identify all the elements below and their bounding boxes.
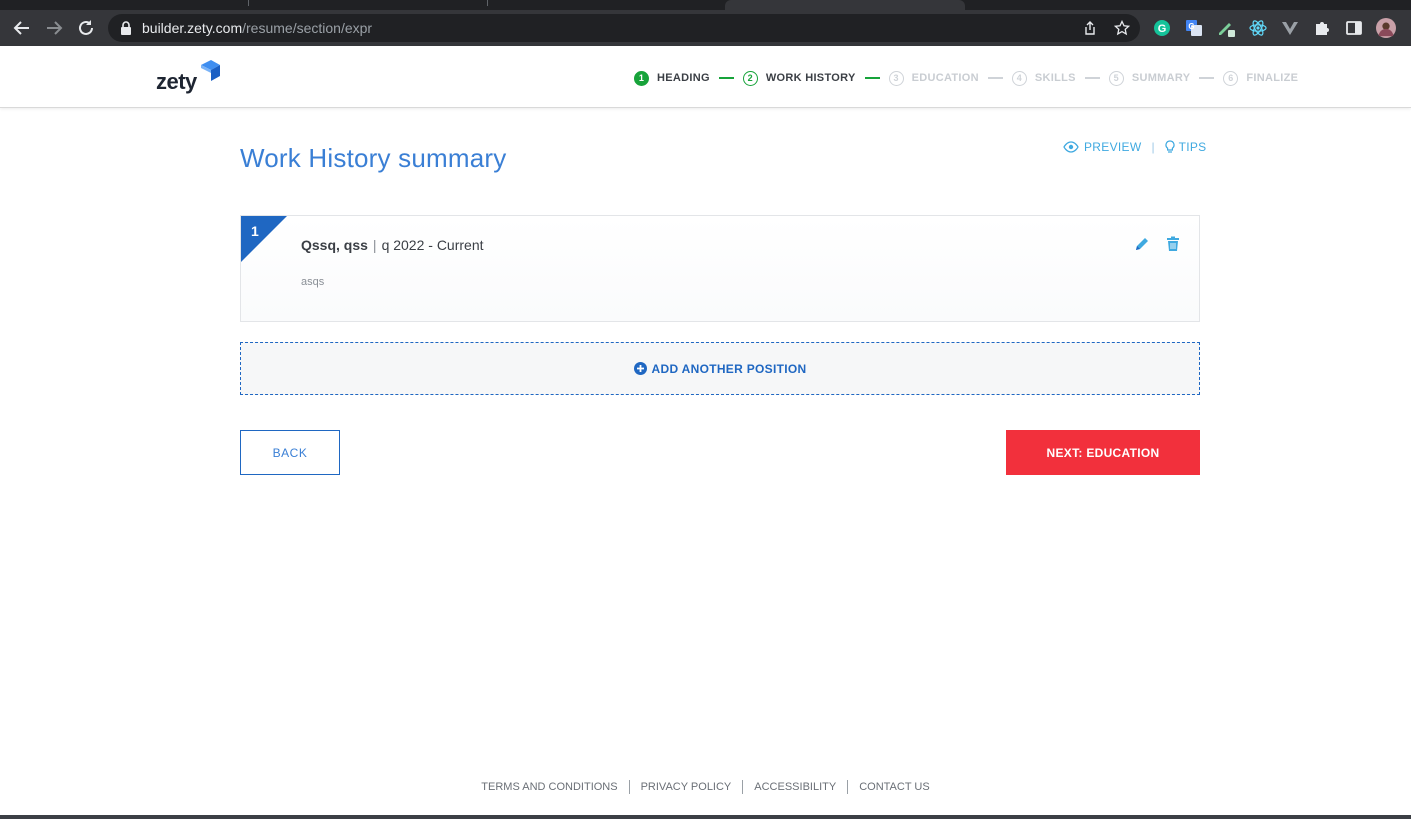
contact-link[interactable]: CONTACT US: [847, 780, 941, 794]
lock-icon: [121, 21, 131, 35]
step-finalize[interactable]: 6 FINALIZE: [1223, 70, 1299, 86]
vue-devtools-icon[interactable]: [1280, 18, 1300, 38]
add-position-label: ADD ANOTHER POSITION: [651, 361, 807, 376]
logo-wordmark: zety: [156, 69, 197, 94]
tab-separator: [487, 0, 488, 6]
lightbulb-icon: [1164, 140, 1175, 153]
accessibility-link[interactable]: ACCESSIBILITY: [742, 780, 847, 794]
step-connector: [987, 77, 1003, 79]
step-summary[interactable]: 5 SUMMARY: [1108, 70, 1191, 86]
preview-label: PREVIEW: [1084, 140, 1142, 154]
add-position-button[interactable]: ADD ANOTHER POSITION: [240, 342, 1200, 395]
step-label: HEADING: [657, 72, 710, 84]
bottom-edge: [0, 815, 1411, 819]
puzzle-icon[interactable]: [1312, 18, 1332, 38]
eye-icon: [1063, 141, 1079, 153]
preview-link[interactable]: PREVIEW: [1063, 140, 1141, 154]
url-host: builder.zety.com: [142, 20, 243, 36]
url-text: builder.zety.com/resume/section/expr: [142, 20, 372, 36]
link-divider: |: [1151, 140, 1155, 154]
next-education-button[interactable]: NEXT: EDUCATION: [1006, 430, 1200, 475]
entry-index: 1: [251, 223, 259, 239]
footer-links: TERMS AND CONDITIONS PRIVACY POLICY ACCE…: [0, 780, 1411, 794]
entry-index-corner: [241, 216, 287, 262]
back-arrow-icon[interactable]: [10, 16, 34, 40]
delete-trash-icon[interactable]: [1166, 236, 1180, 252]
entry-employer: Qssq, qss: [301, 237, 368, 253]
bookmark-star-icon[interactable]: [1114, 20, 1130, 36]
tab-separator: [248, 0, 249, 6]
profile-avatar[interactable]: [1376, 18, 1396, 38]
step-connector: [718, 77, 734, 79]
back-button[interactable]: BACK: [240, 430, 340, 475]
step-number: 4: [1011, 70, 1027, 86]
svg-text:G: G: [1188, 22, 1194, 31]
step-number: 3: [888, 70, 904, 86]
forward-arrow-icon[interactable]: [42, 16, 66, 40]
google-translate-icon[interactable]: G: [1184, 18, 1204, 38]
tips-label: TIPS: [1178, 140, 1207, 154]
sidepanel-icon[interactable]: [1344, 18, 1364, 38]
tips-link[interactable]: TIPS: [1164, 140, 1207, 154]
pen-extension-icon[interactable]: [1216, 18, 1236, 38]
step-heading[interactable]: 1 HEADING: [634, 70, 710, 86]
app-header: zety 1 HEADING 2 WORK HISTORY 3 EDUCATIO…: [0, 46, 1411, 108]
step-number: 1: [634, 70, 649, 86]
step-skills[interactable]: 4 SKILLS: [1011, 70, 1076, 86]
address-bar[interactable]: builder.zety.com/resume/section/expr: [108, 14, 1140, 42]
zety-logo[interactable]: zety: [155, 60, 225, 94]
step-label: SUMMARY: [1131, 72, 1191, 84]
step-label: SKILLS: [1034, 72, 1076, 84]
svg-text:G: G: [1158, 23, 1167, 35]
terms-link[interactable]: TERMS AND CONDITIONS: [470, 780, 628, 794]
step-label: FINALIZE: [1246, 72, 1299, 84]
step-connector: [1199, 77, 1215, 79]
edit-pencil-icon[interactable]: [1134, 236, 1150, 252]
grammarly-icon[interactable]: G: [1152, 18, 1172, 38]
work-history-entry: 1 Qssq, qss | q 2022 - Current asqs: [240, 215, 1200, 322]
step-label: EDUCATION: [911, 72, 979, 84]
step-education[interactable]: 3 EDUCATION: [888, 70, 979, 86]
step-work-history[interactable]: 2 WORK HISTORY: [742, 70, 856, 86]
step-label: WORK HISTORY: [765, 72, 856, 84]
step-connector: [864, 77, 880, 79]
reload-icon[interactable]: [74, 16, 98, 40]
step-number: 6: [1223, 70, 1239, 86]
entry-dates: q 2022 - Current: [381, 237, 484, 253]
url-path: /resume/section/expr: [242, 20, 373, 36]
react-devtools-icon[interactable]: [1248, 18, 1268, 38]
browser-tab-strip: [0, 0, 1411, 10]
browser-tab-active[interactable]: [725, 0, 965, 10]
plus-circle-icon: [633, 362, 647, 375]
step-connector: [1084, 77, 1100, 79]
entry-description: asqs: [301, 276, 325, 288]
logo-cube-icon: [201, 60, 220, 81]
privacy-link[interactable]: PRIVACY POLICY: [628, 780, 743, 794]
step-number: 2: [742, 70, 758, 86]
progress-steps: 1 HEADING 2 WORK HISTORY 3 EDUCATION 4 S…: [634, 69, 1298, 87]
browser-toolbar: builder.zety.com/resume/section/expr G G: [0, 10, 1411, 46]
entry-divider: |: [372, 237, 377, 253]
page-title: Work History summary: [240, 143, 507, 173]
share-icon[interactable]: [1082, 20, 1098, 36]
top-links: PREVIEW | TIPS: [1063, 140, 1206, 154]
step-number: 5: [1108, 70, 1124, 86]
entry-heading: Qssq, qss | q 2022 - Current: [301, 237, 484, 253]
